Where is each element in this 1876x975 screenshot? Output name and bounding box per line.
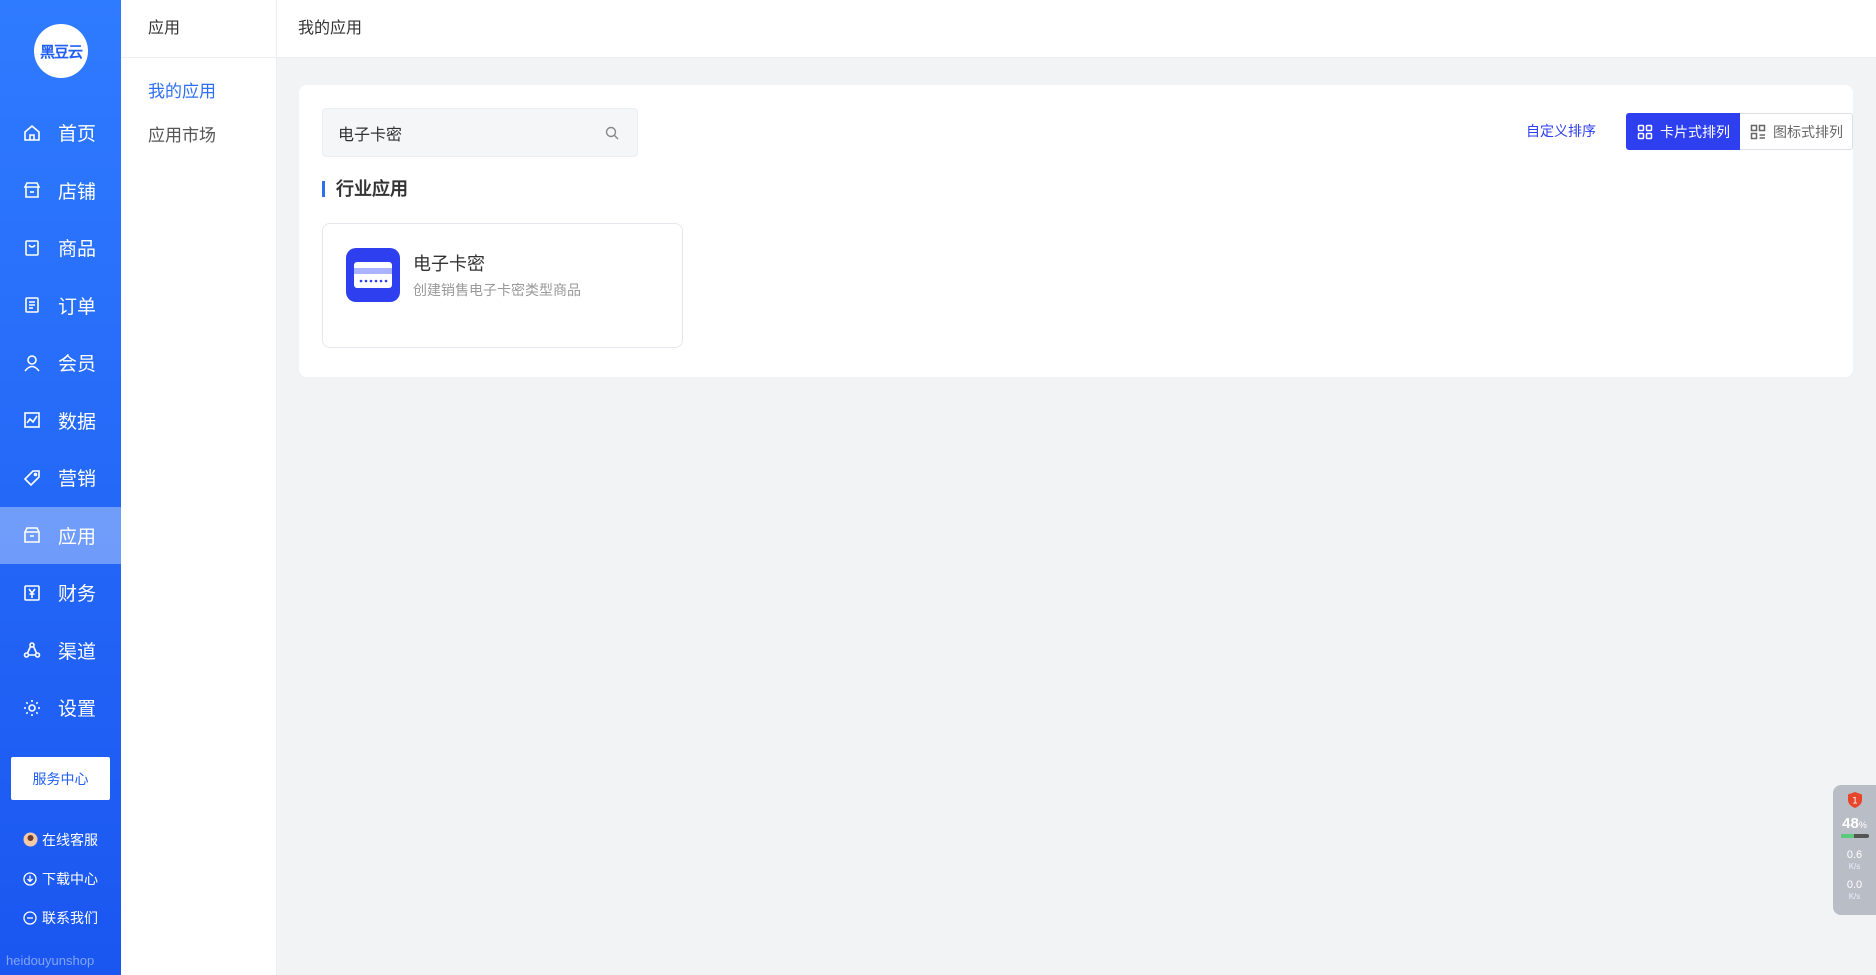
nav-item-settings[interactable]: 设置 [0,679,121,737]
subnav-item-app-market[interactable]: 应用市场 [121,114,276,158]
subnav-list: 我的应用 应用市场 [121,58,276,158]
link-label: 在线客服 [42,831,98,848]
upload-speed: 0.6 K/s [1833,850,1876,872]
watermark: heidouyunshop [6,953,95,968]
upload-unit: K/s [1848,862,1861,871]
grid-icon [1636,123,1654,141]
apps-panel: 自定义排序 卡片式排列 图标式排列 行业应用 电子卡密 创建销售电子卡密类型商品 [299,85,1853,377]
search-icon[interactable] [603,124,621,142]
product-icon [22,238,42,258]
usage-bar [1840,834,1869,838]
avatar-icon [22,832,38,848]
usage-bar-fill [1840,834,1854,838]
custom-sort-link[interactable]: 自定义排序 [1526,121,1596,141]
nav-item-product[interactable]: 商品 [0,219,121,277]
view-toggle: 卡片式排列 图标式排列 [1626,113,1853,150]
nav-item-marketing[interactable]: 营销 [0,449,121,507]
nav-item-finance[interactable]: 财务 [0,564,121,622]
subnav-item-my-apps[interactable]: 我的应用 [121,70,276,114]
usage-unit: % [1858,820,1867,830]
service-center-button[interactable]: 服务中心 [11,757,110,800]
icon-view-label: 图标式排列 [1773,123,1843,140]
app-icon [22,525,42,545]
nav-label: 应用 [58,526,97,548]
icon-view-button[interactable]: 图标式排列 [1740,113,1853,150]
link-label: 下载中心 [42,870,98,887]
nav-label: 数据 [58,411,97,433]
nav-item-apps[interactable]: 应用 [0,506,121,564]
search-input[interactable] [338,123,603,142]
usage-percent: 48% [1833,815,1876,832]
download-center-link[interactable]: 下载中心 [22,859,98,898]
contact-us-link[interactable]: 联系我们 [22,898,98,937]
nav-item-store[interactable]: 店铺 [0,162,121,220]
system-monitor-widget[interactable]: 1 48% 0.6 K/s 0.0 K/s [1833,785,1876,915]
gear-icon [22,698,42,718]
secondary-sidebar: 应用 我的应用 应用市场 [121,0,277,975]
card-view-button[interactable]: 卡片式排列 [1626,113,1740,150]
nav-item-channel[interactable]: 渠道 [0,622,121,680]
nav-label: 渠道 [58,641,97,663]
app-description: 创建销售电子卡密类型商品 [413,282,581,298]
main-content: 自定义排序 卡片式排列 图标式排列 行业应用 电子卡密 创建销售电子卡密类型商品 [277,58,1876,975]
nav-label: 设置 [58,699,97,721]
app-name: 电子卡密 [413,254,485,274]
main-nav: 首页 店铺 商品 订单 会员 数据 营销 应用 财务 渠道 设置 [0,104,121,737]
nav-label: 营销 [58,469,97,491]
download-unit: K/s [1848,892,1861,901]
upload-value: 0.6 [1846,849,1863,861]
download-speed: 0.0 K/s [1833,880,1876,902]
shield-icon: 1 [1847,791,1863,809]
home-icon [22,123,42,143]
card-view-label: 卡片式排列 [1660,123,1730,140]
nav-label: 商品 [58,239,97,261]
nav-label: 订单 [58,296,97,318]
chart-icon [22,410,42,430]
logo-text: 黑豆云 [39,43,83,61]
nav-item-data[interactable]: 数据 [0,392,121,450]
online-support-link[interactable]: 在线客服 [22,820,98,859]
badge-count: 1 [1852,797,1858,807]
link-label: 联系我们 [42,909,98,926]
nav-label: 会员 [58,354,97,376]
search-box[interactable] [322,108,638,157]
usage-value: 48 [1842,815,1859,832]
page-title: 我的应用 [277,0,1876,58]
tag-icon [22,468,42,488]
nav-item-member[interactable]: 会员 [0,334,121,392]
store-icon [22,180,42,200]
section-title: 行业应用 [322,180,408,198]
nav-label: 财务 [58,584,97,606]
nav-label: 店铺 [58,181,97,203]
nav-item-home[interactable]: 首页 [0,104,121,162]
nav-label: 首页 [58,124,97,146]
app-card[interactable]: 电子卡密 创建销售电子卡密类型商品 [322,223,683,348]
channel-icon [22,640,42,660]
order-icon [22,295,42,315]
sidebar-links: 在线客服 下载中心 联系我们 [22,820,98,937]
icon-grid-icon [1749,123,1767,141]
contact-icon [22,910,38,926]
nav-item-order[interactable]: 订单 [0,277,121,335]
primary-sidebar: 黑豆云 首页 店铺 商品 订单 会员 数据 营销 应用 财务 渠道 设置 服务中… [0,0,121,975]
user-icon [22,353,42,373]
download-icon [22,871,38,887]
card-icon [346,248,400,302]
logo[interactable]: 黑豆云 [34,24,88,78]
subnav-header: 应用 [121,0,276,58]
yuan-icon [22,583,42,603]
download-value: 0.0 [1846,879,1863,891]
